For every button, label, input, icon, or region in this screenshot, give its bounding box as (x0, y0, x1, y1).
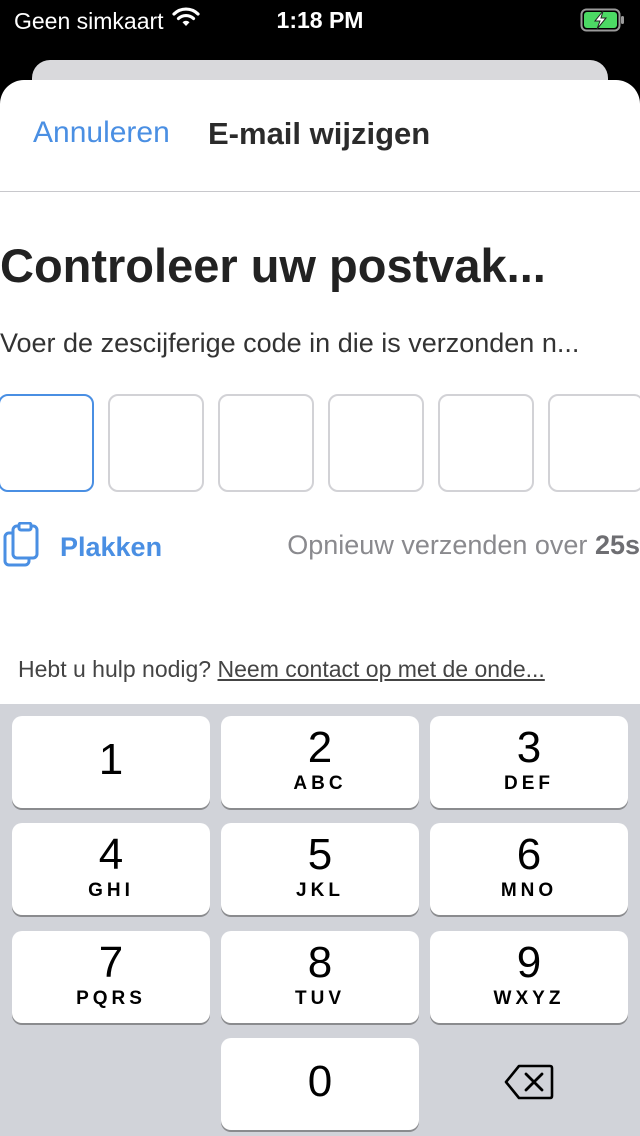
key-2[interactable]: 2 ABC (221, 716, 419, 808)
key-9[interactable]: 9 WXYZ (430, 931, 628, 1023)
screen: Geen simkaart 1:18 PM Annuleren E-mail w… (0, 0, 640, 1136)
key-digit: 6 (516, 830, 542, 879)
code-digit-field-3[interactable] (218, 394, 314, 492)
key-letters: PQRS (76, 988, 146, 1009)
key-8[interactable]: 8 TUV (221, 931, 419, 1023)
key-3[interactable]: 3 DEF (430, 716, 628, 808)
code-digit-field-1[interactable] (0, 394, 94, 492)
status-time: 1:18 PM (276, 7, 364, 33)
key-letters: TUV (295, 988, 345, 1009)
code-digit-field-5[interactable] (438, 394, 534, 492)
key-digit: 4 (98, 830, 124, 879)
key-7[interactable]: 7 PQRS (12, 931, 210, 1023)
clipboard-icon (2, 521, 40, 573)
delete-key[interactable] (430, 1038, 628, 1130)
help-prefix: Hebt u hulp nodig? (18, 656, 218, 682)
key-letters: WXYZ (493, 988, 565, 1009)
code-digit-field-6[interactable] (548, 394, 640, 492)
key-digit: 0 (307, 1057, 333, 1106)
key-letters: ABC (293, 773, 347, 794)
paste-button[interactable]: Plakken (2, 521, 163, 573)
key-5[interactable]: 5 JKL (221, 823, 419, 915)
key-digit: 8 (307, 938, 333, 987)
key-letters: DEF (504, 773, 554, 794)
resend-seconds: 25s (594, 530, 640, 560)
help-text: Hebt u hulp nodig? Neem contact op met d… (18, 656, 628, 683)
code-digit-field-2[interactable] (108, 394, 204, 492)
key-1[interactable]: 1 (12, 716, 210, 808)
backspace-icon (504, 1063, 554, 1106)
key-6[interactable]: 6 MNO (430, 823, 628, 915)
verification-code-input (0, 394, 640, 492)
key-digit: 7 (98, 938, 124, 987)
contact-support-link[interactable]: Neem contact op met de onde... (218, 656, 545, 682)
key-4[interactable]: 4 GHI (12, 823, 210, 915)
key-letters: MNO (500, 880, 558, 901)
key-digit: 3 (516, 723, 542, 772)
instruction-text: Voer de zescijferige code in die is verz… (0, 328, 580, 358)
numeric-keyboard: 1 2 ABC 3 DEF 4 GHI 5 JKL 6 MNO 7 PQRS 8… (0, 704, 640, 1136)
cancel-button[interactable]: Annuleren (33, 116, 170, 150)
key-digit: 5 (307, 830, 333, 879)
heading: Controleer uw postvak... (0, 239, 546, 292)
page-title: E-mail wijzigen (208, 116, 431, 151)
status-bar: Geen simkaart 1:18 PM (0, 0, 640, 40)
resend-label: Opnieuw verzenden over (287, 530, 595, 560)
key-digit: 2 (307, 723, 333, 772)
paste-label: Plakken (60, 531, 163, 562)
key-letters: JKL (296, 880, 344, 901)
key-digit: 1 (98, 735, 124, 784)
navigation-bar: Annuleren E-mail wijzigen (0, 80, 640, 192)
battery-charging-icon (580, 8, 626, 38)
key-letters: GHI (88, 880, 134, 901)
resend-countdown: Opnieuw verzenden over 25s (287, 530, 640, 561)
code-digit-field-4[interactable] (328, 394, 424, 492)
key-digit: 9 (516, 938, 542, 987)
key-0[interactable]: 0 (221, 1038, 419, 1130)
